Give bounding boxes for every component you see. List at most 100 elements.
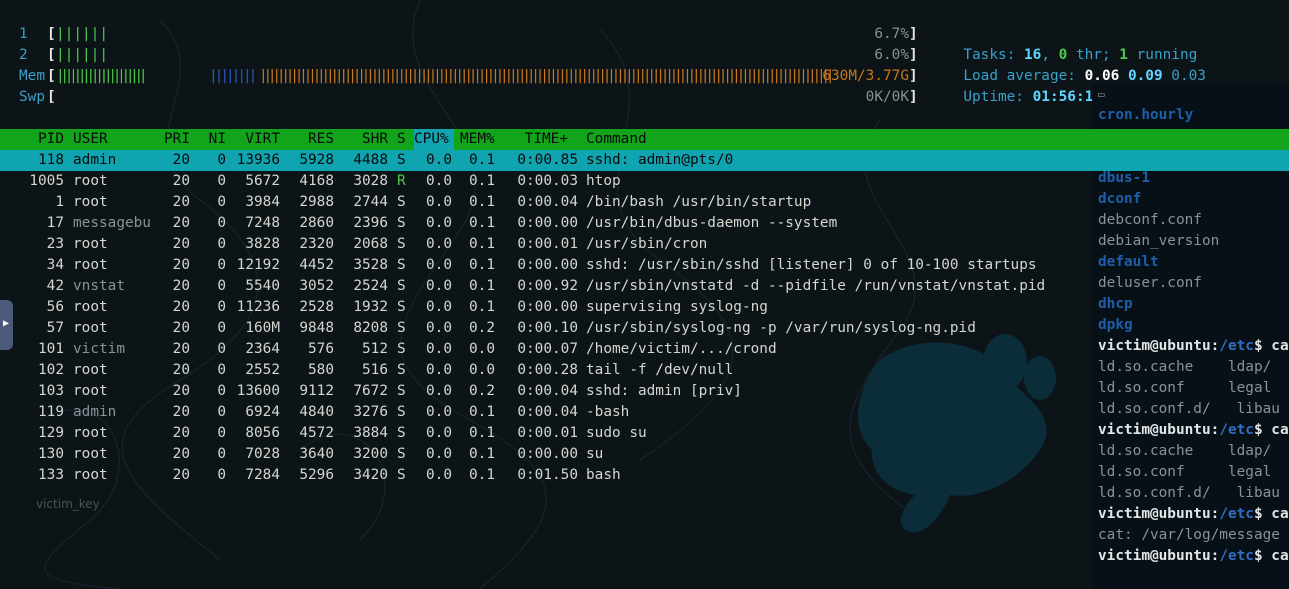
process-pid: 23 <box>46 236 64 252</box>
process-shr: 8208 <box>353 320 388 336</box>
process-cpu: 0.0 <box>426 320 452 336</box>
process-res: 3052 <box>299 278 334 294</box>
col-command[interactable]: Command <box>586 129 647 150</box>
process-s: S <box>397 152 406 168</box>
process-user: root <box>73 173 108 189</box>
process-row[interactable]: 57 root 20 0 160M 9848 8208 S 0.0 0.2 0:00.10/usr/… <box>0 318 1289 339</box>
process-virt: 8056 <box>245 425 280 441</box>
process-virt: 3984 <box>245 194 280 210</box>
process-pri: 20 <box>172 194 190 210</box>
process-row[interactable]: 118 admin 20 0 13936 5928 4488 S 0.0 0.1 0:00.85 ss… <box>0 150 1289 171</box>
process-time: 0:00.01 <box>517 425 578 441</box>
process-user: root <box>73 299 108 315</box>
col-cpu[interactable]: CPU% <box>414 129 454 150</box>
process-virt: 5540 <box>245 278 280 294</box>
mem-bracket-open: [ <box>47 68 56 84</box>
process-s: S <box>397 257 406 273</box>
process-user: root <box>73 383 108 399</box>
process-ni: 0 <box>217 173 226 189</box>
process-row[interactable]: 17 messagebu 20 0 7248 2860 2396 S 0.0 0.1 0:00.00… <box>0 213 1289 234</box>
process-time: 0:00.28 <box>517 362 578 378</box>
terminal-line: cat: /var/log/message <box>1098 527 1280 543</box>
cpu1-bracket-open: [ <box>47 26 56 42</box>
process-pri: 20 <box>172 299 190 315</box>
process-row[interactable]: 103 root 20 0 13600 9112 7672 S 0.0 0.2 0:00.04 ssh… <box>0 381 1289 402</box>
process-s: S <box>397 404 406 420</box>
process-mem: 0.1 <box>469 278 495 294</box>
mem-bars-used: |||||||||||||||||||| <box>56 68 148 84</box>
process-user: root <box>73 425 108 441</box>
desktop-file-label[interactable]: victim_key <box>36 497 100 511</box>
process-shr: 3200 <box>353 446 388 462</box>
process-row[interactable]: 42 vnstat 20 0 5540 3052 2524 S 0.0 0.1 0:00.92/us… <box>0 276 1289 297</box>
process-pid: 133 <box>38 467 64 483</box>
process-cmd: sshd: admin@pts/0 <box>586 152 734 168</box>
process-row[interactable]: 130 root 20 0 7028 3640 3200 S 0.0 0.1 0:00.00 su <box>0 444 1289 465</box>
process-row[interactable]: 23 root 20 0 3828 2320 2068 S 0.0 0.1 0:00.01/usr/… <box>0 234 1289 255</box>
col-virt[interactable]: VIRT <box>230 129 280 150</box>
side-panel-tab[interactable]: ▶ <box>0 300 13 350</box>
process-time: 0:00.01 <box>517 236 578 252</box>
process-time: 0:00.07 <box>517 341 578 357</box>
process-pid: 1005 <box>29 173 64 189</box>
process-pri: 20 <box>172 341 190 357</box>
process-res: 5928 <box>299 152 334 168</box>
process-virt: 2552 <box>245 362 280 378</box>
process-row[interactable]: 101 victim 20 0 2364 576 512 S 0.0 0.0 0:00.07/hom… <box>0 339 1289 360</box>
process-row[interactable]: 119 admin 20 0 6924 4840 3276 S 0.0 0.1 0:00.04 -ba… <box>0 402 1289 423</box>
process-shr: 3528 <box>353 257 388 273</box>
process-pri: 20 <box>172 215 190 231</box>
process-shr: 2524 <box>353 278 388 294</box>
process-cpu: 0.0 <box>426 383 452 399</box>
process-ni: 0 <box>217 215 226 231</box>
mem-label: Mem <box>19 68 45 84</box>
process-row[interactable]: 133 root 20 0 7284 5296 3420 S 0.0 0.1 0:01.50 bash <box>0 465 1289 486</box>
process-s: S <box>397 341 406 357</box>
process-res: 580 <box>308 362 334 378</box>
process-row[interactable]: 102 root 20 0 2552 580 516 S 0.0 0.0 0:00.28 tail -… <box>0 360 1289 381</box>
process-row[interactable]: 56 root 20 0 11236 2528 1932 S 0.0 0.1 0:00.00 supe… <box>0 297 1289 318</box>
process-pri: 20 <box>172 257 190 273</box>
process-mem: 0.2 <box>469 383 495 399</box>
process-row[interactable]: 34 root 20 0 12192 4452 3528 S 0.0 0.1 0:00.00 sshd… <box>0 255 1289 276</box>
process-s: S <box>397 194 406 210</box>
process-row[interactable]: 129 root 20 0 8056 4572 3884 S 0.0 0.1 0:00.01 sudo… <box>0 423 1289 444</box>
col-pri[interactable]: PRI <box>150 129 190 150</box>
process-time: 0:00.04 <box>517 404 578 420</box>
process-shr: 3884 <box>353 425 388 441</box>
process-cpu: 0.0 <box>426 446 452 462</box>
process-ni: 0 <box>217 362 226 378</box>
col-res[interactable]: RES <box>290 129 334 150</box>
process-time: 0:00.10 <box>517 320 578 336</box>
process-user: messagebu <box>73 215 151 231</box>
terminal-line: ld.so.conf.d/ libau <box>1098 485 1280 501</box>
col-state[interactable]: S <box>397 129 406 150</box>
mem-meter: Mem [ |||||||||||||||||||| |||||||| ||||… <box>19 66 919 87</box>
process-mem: 0.1 <box>469 446 495 462</box>
col-ni[interactable]: NI <box>196 129 226 150</box>
process-pid: 103 <box>38 383 64 399</box>
col-shr[interactable]: SHR <box>344 129 388 150</box>
col-mem[interactable]: MEM% <box>460 129 495 150</box>
process-s: S <box>397 362 406 378</box>
col-time[interactable]: TIME+ <box>510 129 568 150</box>
process-pri: 20 <box>172 446 190 462</box>
col-pid[interactable]: PID <box>0 129 64 150</box>
process-res: 9848 <box>299 320 334 336</box>
col-user[interactable]: USER <box>73 129 108 150</box>
process-ni: 0 <box>217 278 226 294</box>
process-ni: 0 <box>217 425 226 441</box>
process-cpu: 0.0 <box>426 425 452 441</box>
process-time: 0:00.00 <box>517 446 578 462</box>
swp-label: Swp <box>19 89 45 105</box>
process-row[interactable]: 1 root 20 0 3984 2988 2744 S 0.0 0.1 0:00.04/bin/b… <box>0 192 1289 213</box>
process-cpu: 0.0 <box>426 362 452 378</box>
swp-bracket-open: [ <box>47 89 56 105</box>
process-cpu: 0.0 <box>426 257 452 273</box>
process-virt: 11236 <box>236 299 280 315</box>
process-row[interactable]: 1005 root 20 0 5672 4168 3028 R 0.0 0.1 0:00.03 hto… <box>0 171 1289 192</box>
process-res: 2860 <box>299 215 334 231</box>
process-shr: 512 <box>362 341 388 357</box>
process-cmd: /bin/bash /usr/bin/startup <box>586 194 812 210</box>
process-virt: 13936 <box>236 152 280 168</box>
